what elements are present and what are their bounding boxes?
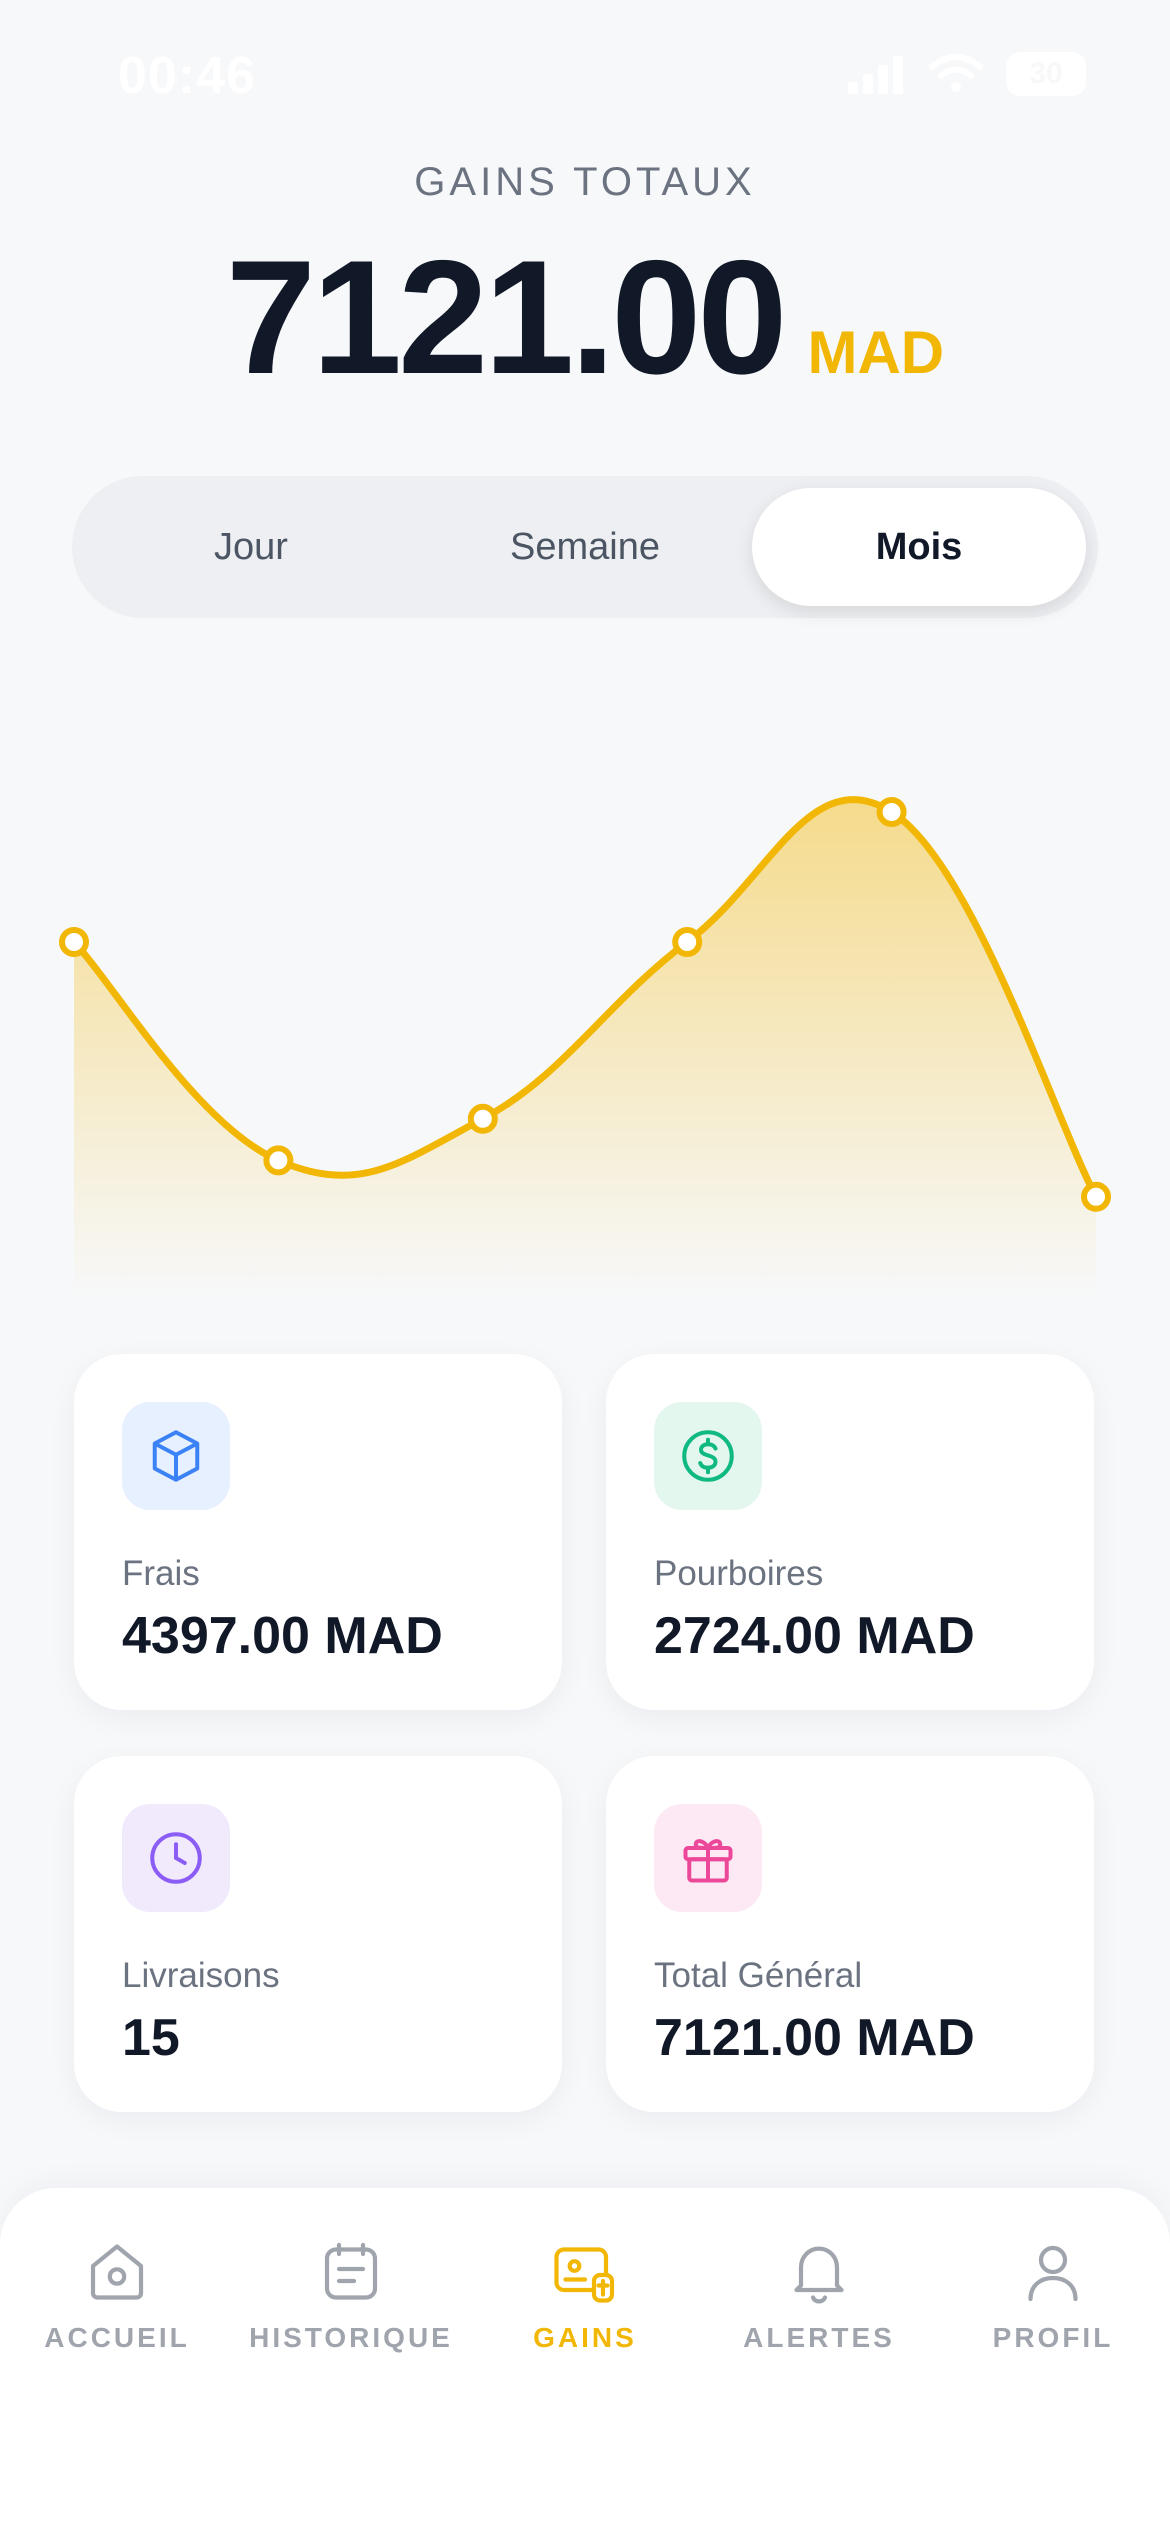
- segment-week[interactable]: Semaine: [418, 488, 752, 606]
- nav-item-home[interactable]: ACCUEIL: [0, 2236, 234, 2354]
- bottom-nav: ACCUEIL HISTORIQUE GAINS ALERTES PROFIL: [0, 2188, 1170, 2532]
- chart-point-2: [467, 1103, 498, 1134]
- card-icon-bg: [654, 1402, 762, 1510]
- stat-value: 15: [122, 2009, 180, 2067]
- stat-label: Frais: [122, 1554, 200, 1593]
- nav-label: GAINS: [533, 2322, 637, 2353]
- nav-label: PROFIL: [992, 2322, 1114, 2353]
- nav-item-profile[interactable]: PROFIL: [936, 2236, 1170, 2354]
- segment-day[interactable]: Jour: [84, 488, 418, 606]
- nav-item-history[interactable]: HISTORIQUE: [234, 2236, 468, 2354]
- bell-icon: [794, 2246, 844, 2304]
- stat-label: Livraisons: [122, 1956, 280, 1995]
- chart-point-3: [672, 927, 703, 957]
- dollar-coin-icon: [682, 1430, 734, 1482]
- chart-point-4: [876, 797, 907, 827]
- clock-icon: [150, 1832, 202, 1884]
- nav-item-earnings[interactable]: GAINS: [468, 2236, 702, 2354]
- stat-label: Total Général: [654, 1956, 863, 1995]
- total-earnings-label: GAINS TOTAUX: [414, 160, 756, 204]
- stat-value: 7121.00 MAD: [654, 2009, 975, 2067]
- stat-label: Pourboires: [654, 1554, 824, 1593]
- chart-point-5: [1081, 1181, 1111, 1212]
- gift-icon: [683, 1839, 733, 1883]
- period-selector: Jour Semaine Mois: [72, 476, 1098, 618]
- cellular-signal-icon: [848, 56, 903, 94]
- nav-label: ALERTES: [743, 2322, 895, 2353]
- total-earnings-value: 7121.00: [225, 227, 788, 408]
- battery-level: 30: [1029, 57, 1063, 90]
- nav-label: ACCUEIL: [44, 2322, 190, 2353]
- battery-icon: 30: [1006, 52, 1086, 96]
- chart-point-1: [263, 1145, 294, 1176]
- nav-item-alerts[interactable]: ALERTES: [702, 2236, 936, 2354]
- total-earnings-amount: 7121.00 MAD: [0, 225, 1170, 411]
- wallet-icon: [554, 2247, 615, 2303]
- stat-card-tips: Pourboires 2724.00 MAD: [606, 1354, 1094, 1710]
- chart-point-0: [59, 927, 89, 957]
- card-icon-bg: [122, 1804, 230, 1912]
- status-bar: 00:46 30: [0, 0, 1170, 150]
- stat-card-grand-total: Total Général 7121.00 MAD: [606, 1756, 1094, 2112]
- earnings-screen: 00:46 30 GAINS TOTAUX 7121.00 MAD Jour S…: [0, 0, 1170, 2532]
- status-time: 00:46: [118, 47, 256, 105]
- history-icon: [324, 2242, 378, 2300]
- package-icon: [152, 1430, 200, 1482]
- wifi-icon: [929, 54, 983, 92]
- user-icon: [1028, 2245, 1078, 2302]
- stat-value: 2724.00 MAD: [654, 1607, 975, 1665]
- chart-area-fill: [74, 799, 1096, 1300]
- stat-value: 4397.00 MAD: [122, 1607, 443, 1665]
- home-icon: [90, 2244, 144, 2300]
- earnings-chart: [59, 796, 1111, 1300]
- card-icon-bg: [122, 1402, 230, 1510]
- stat-card-deliveries: Livraisons 15: [74, 1756, 562, 2112]
- stat-card-fees: Frais 4397.00 MAD: [74, 1354, 562, 1710]
- status-icons: 30: [846, 52, 1086, 96]
- nav-label: HISTORIQUE: [249, 2322, 453, 2353]
- card-icon-bg: [654, 1804, 762, 1912]
- segment-month[interactable]: Mois: [752, 488, 1086, 606]
- total-earnings-currency: MAD: [807, 319, 945, 386]
